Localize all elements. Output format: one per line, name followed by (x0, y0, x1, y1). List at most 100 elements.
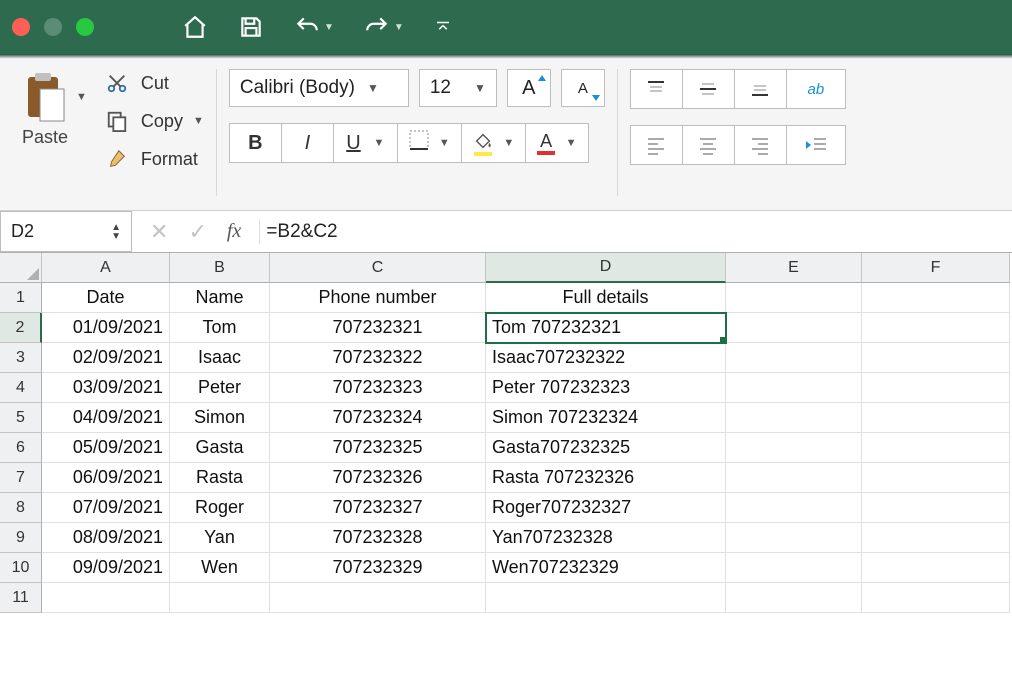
accept-formula-icon[interactable]: ✓ (188, 219, 206, 245)
row-header-10[interactable]: 10 (0, 553, 42, 583)
copy-button[interactable]: Copy ▼ (103, 109, 204, 133)
cell-C2[interactable]: 707232321 (270, 313, 486, 343)
redo-button[interactable]: ▼ (364, 14, 404, 40)
name-box-stepper[interactable]: ▲▼ (111, 223, 121, 241)
cell-C11[interactable] (270, 583, 486, 613)
cell-E10[interactable] (726, 553, 862, 583)
cell-B6[interactable]: Gasta (170, 433, 270, 463)
cell-D2[interactable]: Tom 707232321 (486, 313, 726, 343)
shrink-font-button[interactable]: A (561, 69, 605, 107)
column-header-A[interactable]: A (42, 253, 170, 283)
cell-C5[interactable]: 707232324 (270, 403, 486, 433)
underline-button[interactable]: U▼ (333, 123, 397, 163)
paste-button[interactable]: Paste (22, 65, 68, 148)
row-header-8[interactable]: 8 (0, 493, 42, 523)
align-center-button[interactable] (682, 125, 734, 165)
select-all-corner[interactable] (0, 253, 42, 283)
cell-E9[interactable] (726, 523, 862, 553)
cut-button[interactable]: Cut (103, 71, 204, 95)
column-header-C[interactable]: C (270, 253, 486, 283)
cell-F7[interactable] (862, 463, 1010, 493)
cell-B9[interactable]: Yan (170, 523, 270, 553)
cell-A4[interactable]: 03/09/2021 (42, 373, 170, 403)
cell-A1[interactable]: Date (42, 283, 170, 313)
cell-D4[interactable]: Peter 707232323 (486, 373, 726, 403)
grow-font-button[interactable]: A (507, 69, 551, 107)
column-header-B[interactable]: B (170, 253, 270, 283)
cell-D10[interactable]: Wen707232329 (486, 553, 726, 583)
cell-D5[interactable]: Simon 707232324 (486, 403, 726, 433)
cell-F5[interactable] (862, 403, 1010, 433)
font-color-button[interactable]: A ▼ (525, 123, 589, 163)
cell-F4[interactable] (862, 373, 1010, 403)
cell-F10[interactable] (862, 553, 1010, 583)
fill-color-button[interactable]: ▼ (461, 123, 525, 163)
format-painter-button[interactable]: Format (103, 147, 204, 171)
cell-E8[interactable] (726, 493, 862, 523)
cell-F1[interactable] (862, 283, 1010, 313)
cell-C8[interactable]: 707232327 (270, 493, 486, 523)
cell-C1[interactable]: Phone number (270, 283, 486, 313)
customize-qat-icon[interactable] (434, 14, 452, 40)
borders-button[interactable]: ▼ (397, 123, 461, 163)
cell-A8[interactable]: 07/09/2021 (42, 493, 170, 523)
column-header-F[interactable]: F (862, 253, 1010, 283)
row-header-3[interactable]: 3 (0, 343, 42, 373)
font-size-combo[interactable]: 12 ▼ (419, 69, 497, 107)
align-left-button[interactable] (630, 125, 682, 165)
align-bottom-button[interactable] (734, 69, 786, 109)
cell-C6[interactable]: 707232325 (270, 433, 486, 463)
cell-B2[interactable]: Tom (170, 313, 270, 343)
row-header-2[interactable]: 2 (0, 313, 42, 343)
close-window-button[interactable] (12, 18, 30, 36)
row-header-7[interactable]: 7 (0, 463, 42, 493)
cell-D3[interactable]: Isaac707232322 (486, 343, 726, 373)
redo-dropdown-caret[interactable]: ▼ (394, 22, 404, 33)
cell-B10[interactable]: Wen (170, 553, 270, 583)
cell-D6[interactable]: Gasta707232325 (486, 433, 726, 463)
cell-B4[interactable]: Peter (170, 373, 270, 403)
cell-A5[interactable]: 04/09/2021 (42, 403, 170, 433)
cell-F6[interactable] (862, 433, 1010, 463)
row-header-9[interactable]: 9 (0, 523, 42, 553)
cell-B7[interactable]: Rasta (170, 463, 270, 493)
italic-button[interactable]: I (281, 123, 333, 163)
zoom-window-button[interactable] (76, 18, 94, 36)
minimize-window-button[interactable] (44, 18, 62, 36)
paste-dropdown-caret[interactable]: ▼ (76, 91, 87, 103)
cell-E4[interactable] (726, 373, 862, 403)
wrap-text-button[interactable]: ab (786, 69, 846, 109)
cell-D8[interactable]: Roger707232327 (486, 493, 726, 523)
cell-B11[interactable] (170, 583, 270, 613)
cell-F2[interactable] (862, 313, 1010, 343)
cell-F8[interactable] (862, 493, 1010, 523)
row-header-5[interactable]: 5 (0, 403, 42, 433)
save-icon[interactable] (238, 14, 264, 40)
row-header-1[interactable]: 1 (0, 283, 42, 313)
cell-E3[interactable] (726, 343, 862, 373)
align-right-button[interactable] (734, 125, 786, 165)
column-header-D[interactable]: D (486, 253, 726, 283)
column-header-E[interactable]: E (726, 253, 862, 283)
cell-A11[interactable] (42, 583, 170, 613)
cell-C3[interactable]: 707232322 (270, 343, 486, 373)
cell-E11[interactable] (726, 583, 862, 613)
cancel-formula-icon[interactable]: ✕ (150, 219, 168, 245)
formula-input[interactable]: =B2&C2 (260, 221, 1012, 243)
name-box[interactable]: D2 ▲▼ (0, 211, 132, 252)
cell-D9[interactable]: Yan707232328 (486, 523, 726, 553)
decrease-indent-button[interactable] (786, 125, 846, 165)
undo-button[interactable]: ▼ (294, 14, 334, 40)
cell-A6[interactable]: 05/09/2021 (42, 433, 170, 463)
cell-B1[interactable]: Name (170, 283, 270, 313)
fx-icon[interactable]: fx (227, 220, 241, 243)
cell-F11[interactable] (862, 583, 1010, 613)
cell-E6[interactable] (726, 433, 862, 463)
cell-C10[interactable]: 707232329 (270, 553, 486, 583)
cell-C4[interactable]: 707232323 (270, 373, 486, 403)
cell-B3[interactable]: Isaac (170, 343, 270, 373)
cell-E1[interactable] (726, 283, 862, 313)
cell-C9[interactable]: 707232328 (270, 523, 486, 553)
cell-F3[interactable] (862, 343, 1010, 373)
cell-D7[interactable]: Rasta 707232326 (486, 463, 726, 493)
